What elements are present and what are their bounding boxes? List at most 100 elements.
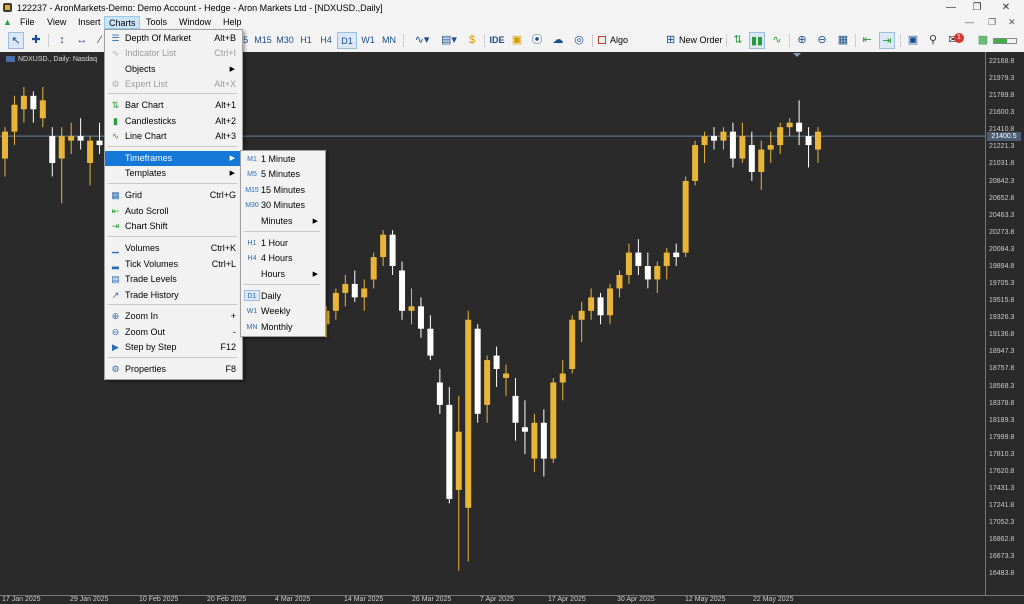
mdi-close-icon[interactable]: ✕ <box>1008 17 1016 28</box>
menu-file[interactable]: File <box>16 16 39 29</box>
indicators-icon[interactable]: ∿▾ <box>410 32 434 49</box>
timeframe-item-4-hours[interactable]: H4 4 Hours <box>241 251 323 266</box>
charts-menu-item-properties[interactable]: ⚙ Properties F8 <box>105 362 240 377</box>
coin-icon[interactable]: $ <box>464 32 480 49</box>
submenu-arrow-icon: ▶ <box>312 218 318 225</box>
candle-body-bear <box>474 328 481 414</box>
charts-menu-item-zoom-in[interactable]: ⊕ Zoom In + <box>105 309 240 324</box>
candle-body-bull <box>39 100 46 119</box>
charts-menu-item-volumes[interactable]: ▁ Volumes Ctrl+K <box>105 241 240 256</box>
charts-menu-item-tick-volumes[interactable]: ▂ Tick Volumes Ctrl+L <box>105 257 240 272</box>
market-icon[interactable]: ▣ <box>509 32 525 49</box>
menu-window[interactable]: Window <box>175 16 215 29</box>
crosshair-tool-icon[interactable]: ✚ <box>28 32 44 49</box>
charts-menu-item-trade-levels[interactable]: ▤ Trade Levels <box>105 272 240 287</box>
charts-menu-item-depth-of-market[interactable]: ☰ Depth Of Market Alt+B <box>105 31 240 46</box>
tf-h1-button[interactable]: H1 <box>296 32 316 49</box>
tf-d1-button[interactable]: D1 <box>337 32 357 49</box>
algo-trading-button[interactable]: Algo Trading <box>596 32 660 62</box>
screenshot-icon[interactable]: ▣ <box>905 32 921 49</box>
date-scale[interactable]: 17 Jan 2025 29 Jan 2025 10 Feb 2025 20 Feb … <box>0 595 1024 604</box>
tf-m15-button[interactable]: M15 <box>253 32 273 49</box>
timeframe-item-15-minutes[interactable]: M15 15 Minutes <box>241 183 323 198</box>
menu-view[interactable]: View <box>43 16 70 29</box>
timeframe-item-daily[interactable]: D1 Daily <box>241 289 323 304</box>
charts-menu-item-line-chart[interactable]: ∿ Line Chart Alt+3 <box>105 129 240 144</box>
candle-body-bear <box>49 136 56 164</box>
templates-icon[interactable]: ▤▾ <box>437 32 461 49</box>
tile-windows-icon[interactable]: ▦ <box>835 32 851 49</box>
new-order-button[interactable]: ⊞ New Order <box>665 32 723 49</box>
new-order-icon: ⊞ <box>666 34 676 46</box>
menu-charts[interactable]: Charts <box>104 16 140 29</box>
timeframe-item-weekly[interactable]: W1 Weekly <box>241 304 323 319</box>
charts-menu-item-objects[interactable]: Objects ▶ <box>105 62 240 77</box>
candle <box>446 386 453 504</box>
candlesticks-toolbar-icon[interactable]: ▮▮ <box>749 32 765 49</box>
charts-menu-item-trade-history[interactable]: ↗ Trade History <box>105 288 240 303</box>
close-button[interactable]: ✕ <box>992 1 1020 15</box>
auto-scroll-toolbar-icon[interactable]: ⇤ <box>859 32 875 49</box>
charts-menu-item-bar-chart[interactable]: ⇅ Bar Chart Alt+1 <box>105 98 240 113</box>
chart-shift-marker[interactable] <box>793 53 801 57</box>
web-icon[interactable]: ◎ <box>571 32 587 49</box>
vertical-line-icon[interactable]: ↕ <box>54 32 70 49</box>
bar-chart-toolbar-icon[interactable]: ⇅ <box>730 32 746 49</box>
timeframe-item-minutes[interactable]: Minutes ▶ <box>241 214 323 229</box>
charts-menu-item-zoom-out[interactable]: ⊖ Zoom Out - <box>105 325 240 340</box>
menu-separator <box>244 284 320 285</box>
charts-menu-item-timeframes[interactable]: Timeframes ▶ <box>105 151 240 166</box>
menu-insert[interactable]: Insert <box>74 16 105 29</box>
tf-m30-button[interactable]: M30 <box>275 32 295 49</box>
timeframe-item-monthly[interactable]: MN Monthly <box>241 320 323 335</box>
bar-chart-icon: ⇅ <box>111 100 120 110</box>
tf-h4-button[interactable]: H4 <box>316 32 336 49</box>
vps-icon[interactable]: ☁ <box>550 32 566 49</box>
connection-icon[interactable]: ▩ <box>975 32 991 49</box>
timeframe-item-30-minutes[interactable]: M30 30 Minutes <box>241 198 323 213</box>
line-chart-toolbar-icon[interactable]: ∿ <box>769 32 785 49</box>
zoom-in-toolbar-icon[interactable]: ⊕ <box>794 32 810 49</box>
charts-menu-item-step-by-step[interactable]: ▶ Step by Step F12 <box>105 340 240 355</box>
timeframe-item-1-hour[interactable]: H1 1 Hour <box>241 236 323 251</box>
signals-icon[interactable]: ⦿ <box>529 32 545 49</box>
zoom-out-toolbar-icon[interactable]: ⊖ <box>814 32 830 49</box>
horizontal-line-icon[interactable]: ↔ <box>74 32 90 49</box>
ide-button[interactable]: IDE <box>488 32 506 49</box>
tf-mn-button[interactable]: MN <box>379 32 399 49</box>
app-icon <box>3 3 12 12</box>
timeframe-item-1-minute[interactable]: M1 1 Minute <box>241 152 323 167</box>
menu-help[interactable]: Help <box>219 16 246 29</box>
maximize-button[interactable]: ❐ <box>963 1 991 15</box>
candle <box>389 230 396 275</box>
menu-item-label: Step by Step <box>125 342 177 352</box>
search-icon[interactable]: ⚲ <box>925 32 941 49</box>
menu-item-label: Tick Volumes <box>125 259 179 269</box>
timeframe-tag: D1 <box>244 290 260 301</box>
timeframe-item-hours[interactable]: Hours ▶ <box>241 267 323 282</box>
timeframe-item-5-minutes[interactable]: M5 5 Minutes <box>241 167 323 182</box>
date-label: 17 Jan 2025 <box>2 596 41 603</box>
charts-menu-item-candlesticks[interactable]: ▮ Candlesticks Alt+2 <box>105 114 240 129</box>
candle-body-bull <box>758 149 765 172</box>
candlesticks-icon: ▮ <box>113 116 118 126</box>
mdi-minimize-icon[interactable]: — <box>965 17 974 27</box>
tf-w1-button[interactable]: W1 <box>358 32 378 49</box>
minimize-button[interactable]: — <box>937 1 965 15</box>
price-scale[interactable]: 22168.8 21979.3 21789.8 21600.3 21410.8 21221… <box>985 52 1024 595</box>
menu-tools[interactable]: Tools <box>142 16 171 29</box>
price-label: 21031.8 <box>989 160 1015 168</box>
menu-separator <box>108 93 237 94</box>
charts-menu-item-grid[interactable]: ▦ Grid Ctrl+G <box>105 188 240 203</box>
mdi-restore-icon[interactable]: ❐ <box>988 17 996 28</box>
charts-menu-item-templates[interactable]: Templates ▶ <box>105 166 240 181</box>
candle-body-bull <box>361 288 368 298</box>
chart-shift-toolbar-icon[interactable]: ⇥ <box>879 32 895 49</box>
cursor-tool-icon[interactable]: ↖ <box>8 32 24 49</box>
candle <box>87 136 94 186</box>
charts-menu-item-auto-scroll[interactable]: ⇤ Auto Scroll <box>105 204 240 219</box>
charts-menu-item-chart-shift[interactable]: ⇥ Chart Shift <box>105 219 240 234</box>
candle <box>569 315 576 374</box>
menu-item-shortcut: F8 <box>225 364 236 374</box>
grid-icon: ▦ <box>111 190 120 200</box>
